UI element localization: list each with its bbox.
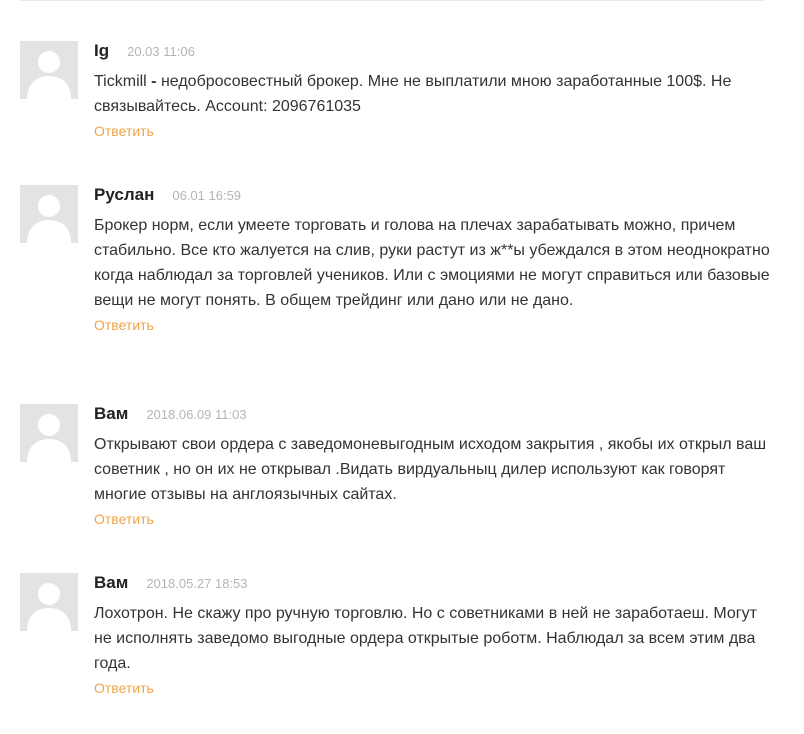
user-silhouette-icon (27, 51, 71, 99)
avatar (20, 185, 78, 243)
broker-name: Tickmill (94, 73, 147, 90)
comment-date: 06.01 16:59 (172, 188, 242, 203)
user-silhouette-icon (27, 195, 71, 243)
comment-author: Вам (94, 404, 129, 423)
comment-text: Tickmill - недобросовестный брокер. Мне … (94, 69, 774, 119)
comment-text: Брокер норм, если умеете торговать и гол… (94, 217, 770, 309)
reply-button[interactable]: Ответить (94, 511, 154, 527)
comment-text: Лохотрон. Не скажу про ручную торговлю. … (94, 605, 757, 672)
comment-text: Открывают свои ордера с заведомоневыгодн… (94, 436, 767, 503)
top-divider (20, 0, 764, 1)
user-silhouette-icon (27, 414, 71, 462)
comment-text-body: недобросовестный брокер. Мне не выплатил… (94, 73, 732, 115)
avatar (20, 404, 78, 462)
comment-author: Ig (94, 41, 110, 60)
comment-date: 20.03 11:06 (127, 44, 195, 59)
user-silhouette-icon (27, 583, 71, 631)
avatar (20, 41, 78, 99)
avatar (20, 573, 78, 631)
comment-date: 2018.05.27 18:53 (146, 576, 248, 591)
reply-button[interactable]: Ответить (94, 123, 154, 139)
comment-date: 2018.06.09 11:03 (146, 407, 247, 422)
reply-button[interactable]: Ответить (94, 317, 154, 333)
reply-button[interactable]: Ответить (94, 680, 154, 696)
text-separator: - (146, 73, 161, 90)
comment-author: Вам (94, 573, 129, 592)
comment-author: Руслан (94, 185, 155, 204)
